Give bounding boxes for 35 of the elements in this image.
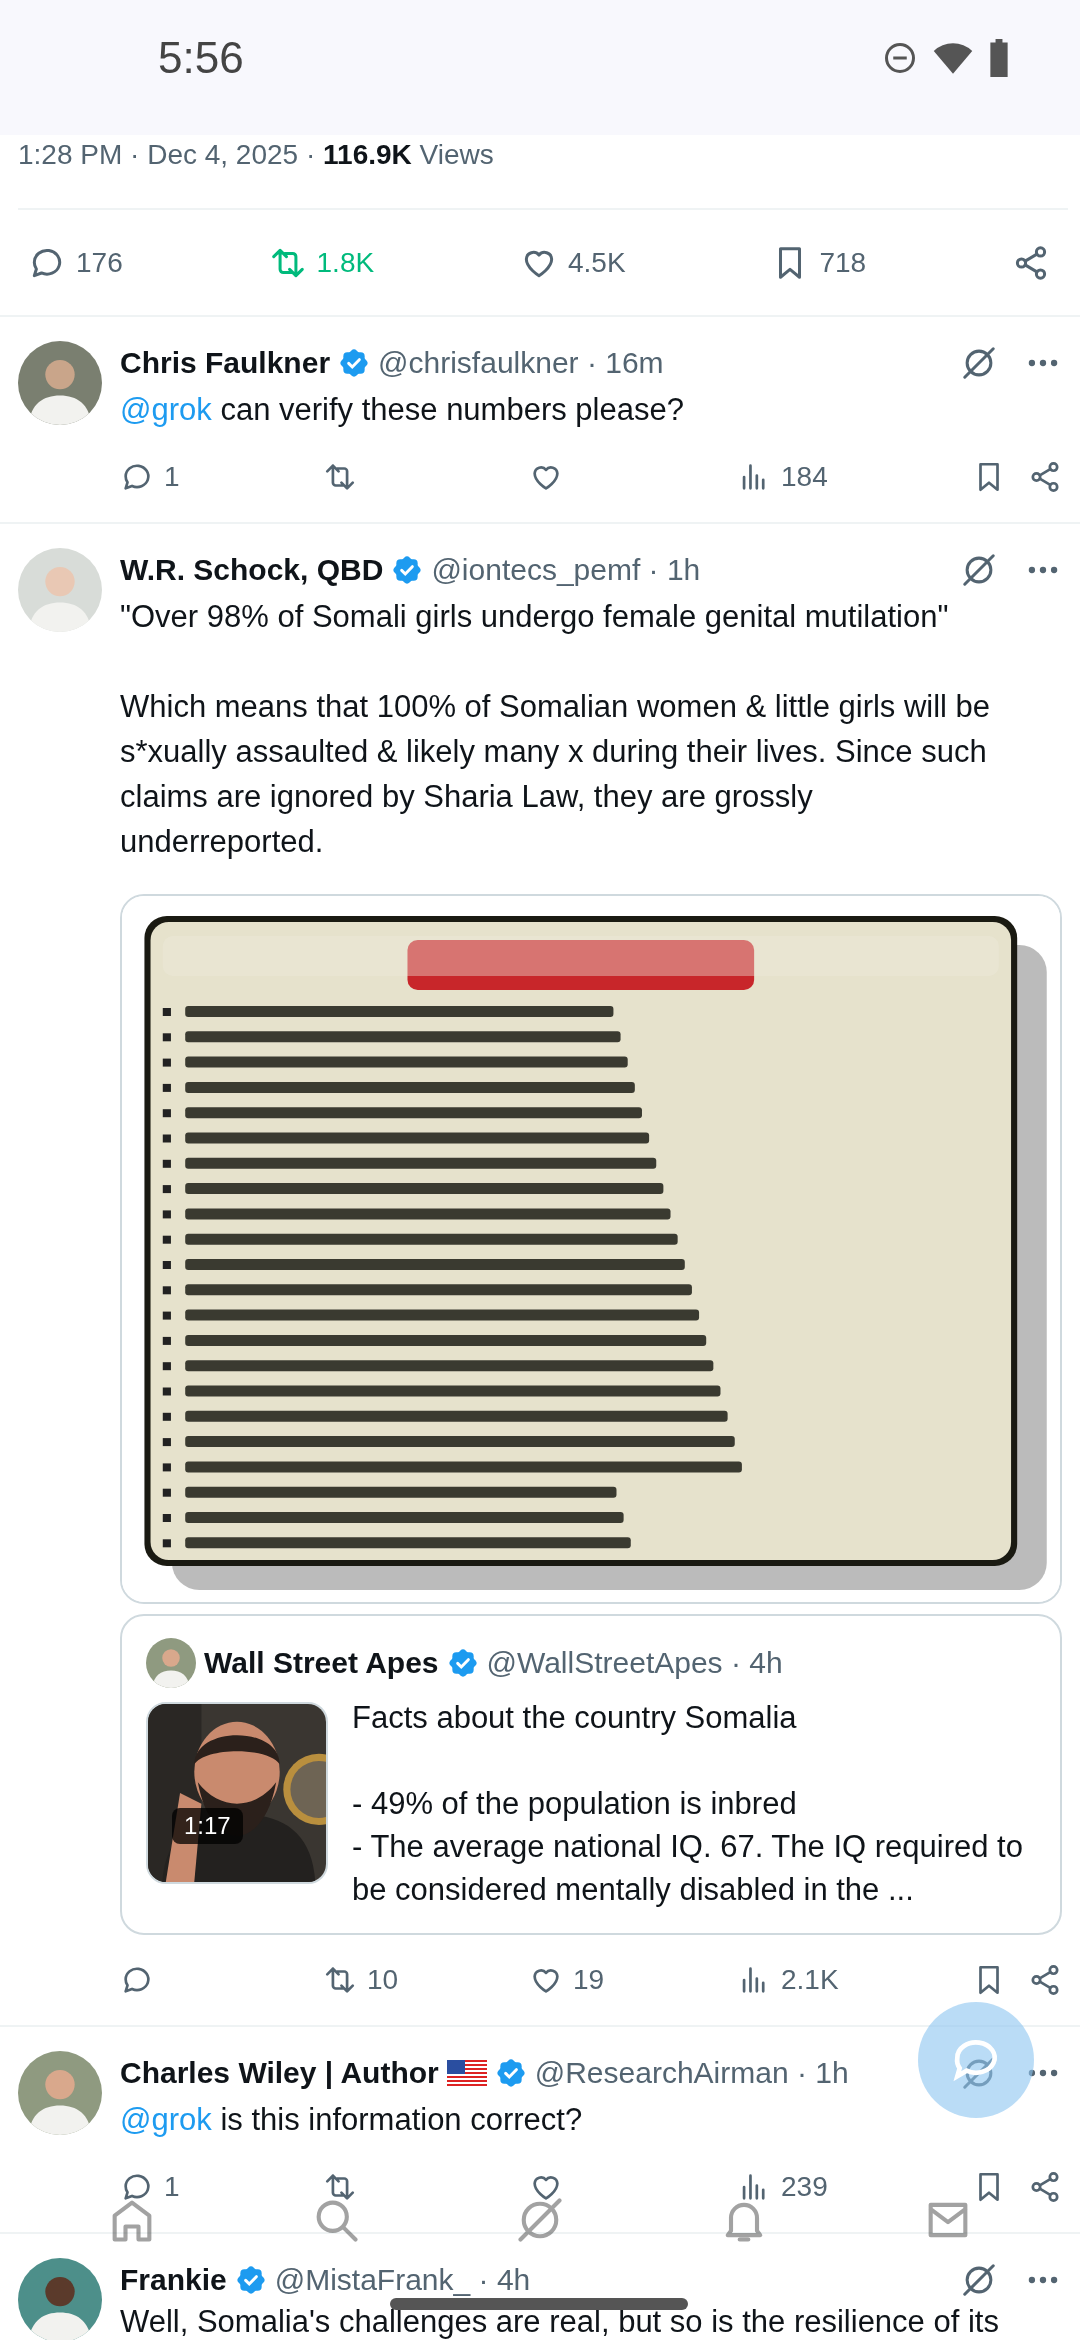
battery-icon — [988, 38, 1010, 77]
author-name[interactable]: Chris Faulkner — [120, 346, 331, 380]
reply-count: 176 — [76, 246, 123, 279]
author-name[interactable]: Frankie — [120, 2263, 227, 2297]
author-name: Wall Street Apes — [204, 1646, 439, 1680]
view-count: 184 — [781, 461, 828, 493]
like-count: 19 — [573, 1964, 605, 1996]
author-handle: @MistaFrank_ · 4h — [274, 2263, 531, 2297]
video-duration: 1:17 — [172, 1808, 243, 1844]
grok-icon[interactable] — [960, 551, 998, 589]
bookmark-count: 718 — [819, 246, 867, 279]
author-handle: @iontecs_pemf · 1h — [431, 553, 701, 587]
reply-text: @grok can verify these numbers please? — [120, 391, 684, 429]
reply-count: 1 — [164, 461, 180, 493]
reply-text: "Over 98% of Somali girls undergo female genital mutilation" Which means that 100% of Somalian women & little girls will be s*xually assaulted & likely many x during their lives. Since such claims are ignored by Sharia Law, they are grossly underreported. — [120, 598, 992, 861]
repost-count: 1.8K — [316, 246, 375, 279]
quoted-text: Facts about the country Somalia - 49% of the population is inbred - The average national IQ. 67. The IQ required to be considered mentally disabled in the ... — [352, 1699, 1024, 1909]
author-name[interactable]: Charles Wiley | Author — [120, 2056, 439, 2090]
view-count: 239 — [781, 2171, 828, 2203]
author-handle: @ResearchAirman · 1h — [534, 2056, 849, 2090]
author-handle: @WallStreetApes · 4h — [486, 1646, 783, 1680]
flag-icon — [446, 2060, 487, 2086]
post-timestamp: 1:28 PM · Dec 4, 2025 · 116.9K Views — [18, 139, 494, 171]
grok-icon[interactable] — [960, 2261, 998, 2299]
reply-text: @grok is this information correct? — [120, 2101, 583, 2139]
grok-icon[interactable] — [960, 344, 998, 382]
author-name[interactable]: W.R. Schock, QBD — [120, 553, 384, 587]
repost-count: 10 — [367, 1964, 399, 1996]
author-handle: @chrisfaulkner · 16m — [378, 346, 664, 380]
view-count: 2.1K — [781, 1964, 839, 1996]
clock: 5:56 — [158, 32, 245, 83]
quoted-post[interactable] — [120, 1614, 1062, 1935]
reply-count: 1 — [164, 2171, 180, 2203]
reply-text: Well, Somalia's challenges are real, but so is the resilience of its — [120, 2304, 999, 2340]
like-count: 4.5K — [568, 246, 626, 279]
